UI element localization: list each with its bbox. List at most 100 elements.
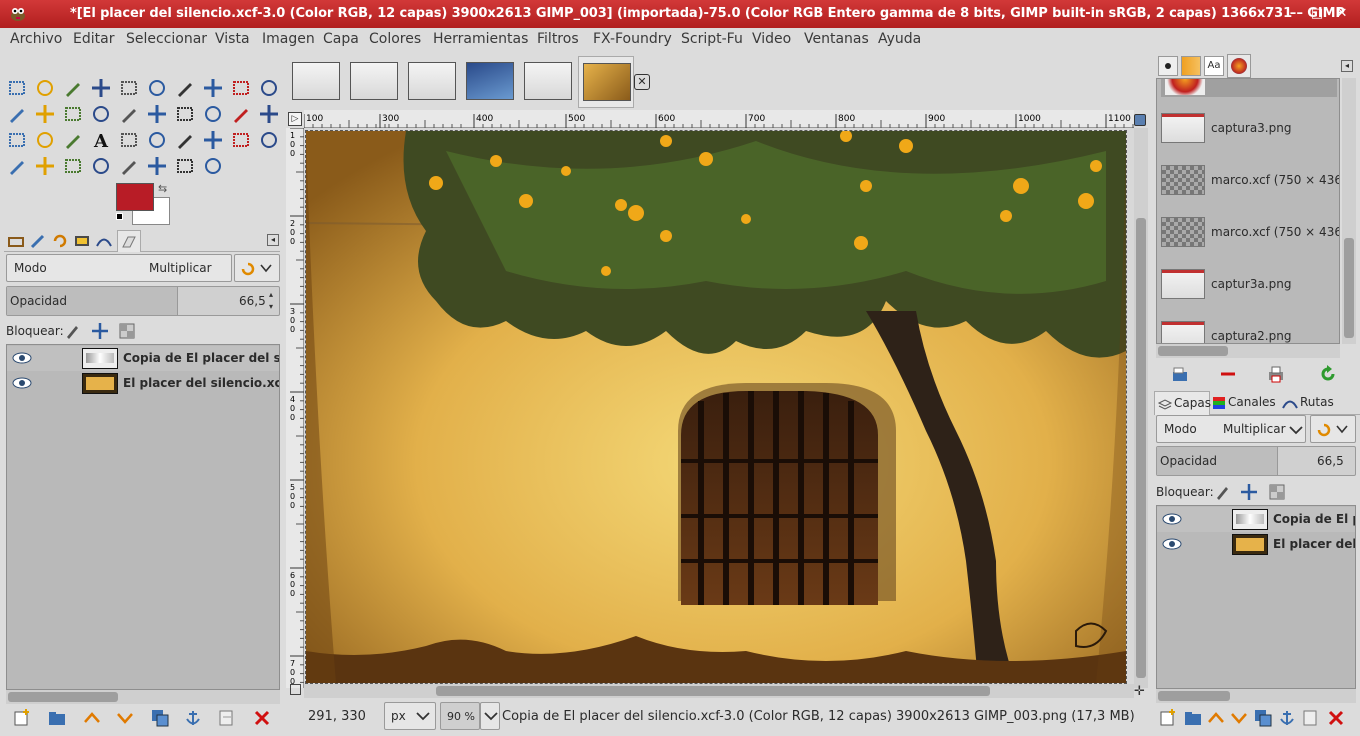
visibility-eye-icon[interactable] bbox=[12, 377, 32, 389]
menu-herramientas[interactable]: Herramientas bbox=[433, 31, 528, 47]
open-image-icon[interactable] bbox=[1170, 364, 1190, 384]
lower-layer-icon[interactable] bbox=[1229, 708, 1249, 728]
zoom-icon[interactable] bbox=[257, 76, 281, 100]
close-tab-icon[interactable]: ✕ bbox=[634, 74, 650, 90]
image-tab[interactable] bbox=[462, 56, 518, 108]
scale-icon[interactable] bbox=[145, 102, 169, 126]
merge-layer-icon[interactable] bbox=[1301, 708, 1321, 728]
visibility-eye-icon[interactable] bbox=[1162, 538, 1182, 550]
image-menu-button[interactable]: ▷ bbox=[288, 112, 302, 126]
menu-ayuda[interactable]: Ayuda bbox=[878, 31, 921, 47]
images-vscrollbar[interactable] bbox=[1342, 78, 1356, 344]
ellipse-select-icon[interactable] bbox=[33, 76, 57, 100]
quick-mask-toggle[interactable] bbox=[290, 684, 301, 695]
airbrush-icon[interactable] bbox=[257, 128, 281, 152]
raise-layer-icon[interactable] bbox=[82, 708, 102, 728]
image-tab[interactable] bbox=[578, 56, 634, 108]
text-icon[interactable]: A bbox=[89, 128, 113, 152]
menu-colores[interactable]: Colores bbox=[369, 31, 421, 47]
dodge-burn-icon[interactable] bbox=[201, 154, 225, 178]
duplicate-layer-icon[interactable] bbox=[1253, 708, 1273, 728]
zoom-image-icon[interactable] bbox=[1134, 114, 1146, 126]
duplicate-layer-icon[interactable] bbox=[150, 708, 170, 728]
visibility-eye-icon[interactable] bbox=[12, 352, 32, 364]
canvas-vscrollbar[interactable] bbox=[1134, 128, 1148, 688]
unified-transform-icon[interactable] bbox=[5, 128, 29, 152]
undo-history-tab-icon[interactable] bbox=[51, 233, 69, 249]
menu-archivo[interactable]: Archivo bbox=[10, 31, 62, 47]
foreground-select-icon[interactable] bbox=[173, 76, 197, 100]
maximize-button[interactable]: □ bbox=[1308, 5, 1326, 23]
navigate-icon[interactable]: ✛ bbox=[1134, 684, 1145, 699]
lock-alpha-icon[interactable] bbox=[1268, 483, 1286, 501]
blend-icon[interactable] bbox=[145, 128, 169, 152]
measure-icon[interactable] bbox=[5, 102, 29, 126]
swap-colors-icon[interactable]: ⇆ bbox=[158, 182, 167, 195]
rect-select-icon[interactable] bbox=[5, 76, 29, 100]
flip-icon[interactable] bbox=[229, 102, 253, 126]
lower-layer-icon[interactable] bbox=[115, 708, 135, 728]
list-item[interactable]: captura3.png bbox=[1157, 105, 1339, 153]
foreground-color-swatch[interactable] bbox=[116, 183, 154, 211]
remove-image-icon[interactable] bbox=[1218, 364, 1238, 384]
menu-capa[interactable]: Capa bbox=[323, 31, 359, 47]
close-button[interactable]: ✕ bbox=[1333, 5, 1351, 23]
layer-row[interactable]: Copia de El placer del silencio.xcf-3.0 bbox=[7, 346, 279, 371]
menu-seleccionar[interactable]: Seleccionar bbox=[126, 31, 207, 47]
anchor-layer-icon[interactable] bbox=[183, 708, 203, 728]
merge-layer-icon[interactable] bbox=[217, 708, 237, 728]
unit-combo[interactable]: px bbox=[384, 702, 436, 730]
blur-icon[interactable] bbox=[145, 154, 169, 178]
layers-hscrollbar[interactable] bbox=[1156, 689, 1356, 703]
canvas-viewport[interactable] bbox=[304, 128, 1134, 688]
handle-transform-icon[interactable] bbox=[61, 128, 85, 152]
paintbrush-icon[interactable] bbox=[201, 128, 225, 152]
images-tab[interactable] bbox=[1227, 54, 1251, 78]
pencil-icon[interactable] bbox=[173, 128, 197, 152]
fuzzy-select-icon[interactable] bbox=[89, 76, 113, 100]
perspective-icon[interactable] bbox=[201, 102, 225, 126]
menu-editar[interactable]: Editar bbox=[73, 31, 114, 47]
scissors-icon[interactable] bbox=[145, 76, 169, 100]
mode-combo[interactable]: Modo Multiplicar bbox=[1156, 415, 1306, 443]
lock-position-icon[interactable] bbox=[91, 322, 109, 340]
tab-canales[interactable]: Canales bbox=[1212, 391, 1282, 415]
delete-layer-icon[interactable] bbox=[1326, 708, 1346, 728]
layer-row[interactable]: Copia de El placer del silencio.xcf-3.0 bbox=[1157, 507, 1355, 532]
tab-rutas[interactable]: Rutas bbox=[1282, 391, 1348, 415]
visibility-eye-icon[interactable] bbox=[1162, 513, 1182, 525]
canvas-hscrollbar[interactable] bbox=[304, 684, 1134, 698]
menu-filtros[interactable]: Filtros bbox=[537, 31, 579, 47]
default-colors-icon[interactable] bbox=[116, 213, 123, 220]
align-icon[interactable] bbox=[61, 102, 85, 126]
zoom-combo-button[interactable] bbox=[480, 702, 500, 730]
lock-alpha-icon[interactable] bbox=[118, 322, 136, 340]
image-tab[interactable] bbox=[520, 56, 576, 108]
mode-combo[interactable]: Modo Multiplicar bbox=[6, 254, 232, 282]
minimize-button[interactable]: – bbox=[1284, 5, 1302, 23]
delete-layer-icon[interactable] bbox=[252, 708, 272, 728]
list-item[interactable]: marco.xcf (750 × 436) bbox=[1157, 209, 1339, 257]
rotate-icon[interactable] bbox=[117, 102, 141, 126]
new-layer-group-icon[interactable] bbox=[1183, 708, 1203, 728]
smudge-icon[interactable] bbox=[173, 154, 197, 178]
list-item[interactable]: captur3a.png bbox=[1157, 261, 1339, 309]
menu-imagen[interactable]: Imagen bbox=[262, 31, 315, 47]
ink-icon[interactable] bbox=[5, 154, 29, 178]
shear-icon[interactable] bbox=[173, 102, 197, 126]
mode-reset-button[interactable] bbox=[1310, 415, 1356, 443]
cage-icon[interactable] bbox=[257, 102, 281, 126]
paths-tab-icon[interactable] bbox=[95, 233, 113, 249]
move-icon[interactable] bbox=[33, 102, 57, 126]
mode-reset-button[interactable] bbox=[234, 254, 280, 282]
dock-menu-icon[interactable]: ◂ bbox=[267, 234, 279, 246]
fonts-tab-icon[interactable]: Aa bbox=[1204, 56, 1224, 76]
mypaint-brush-icon[interactable] bbox=[33, 154, 57, 178]
menu-ventanas[interactable]: Ventanas bbox=[804, 31, 869, 47]
color-select-icon[interactable] bbox=[117, 76, 141, 100]
layer-row[interactable]: El placer del silencio.xcf-3.0 bbox=[1157, 532, 1355, 557]
image-tab[interactable] bbox=[288, 56, 344, 108]
new-layer-icon[interactable] bbox=[12, 708, 32, 728]
brushes-tab[interactable] bbox=[117, 230, 141, 252]
images-hscrollbar[interactable] bbox=[1156, 344, 1340, 358]
